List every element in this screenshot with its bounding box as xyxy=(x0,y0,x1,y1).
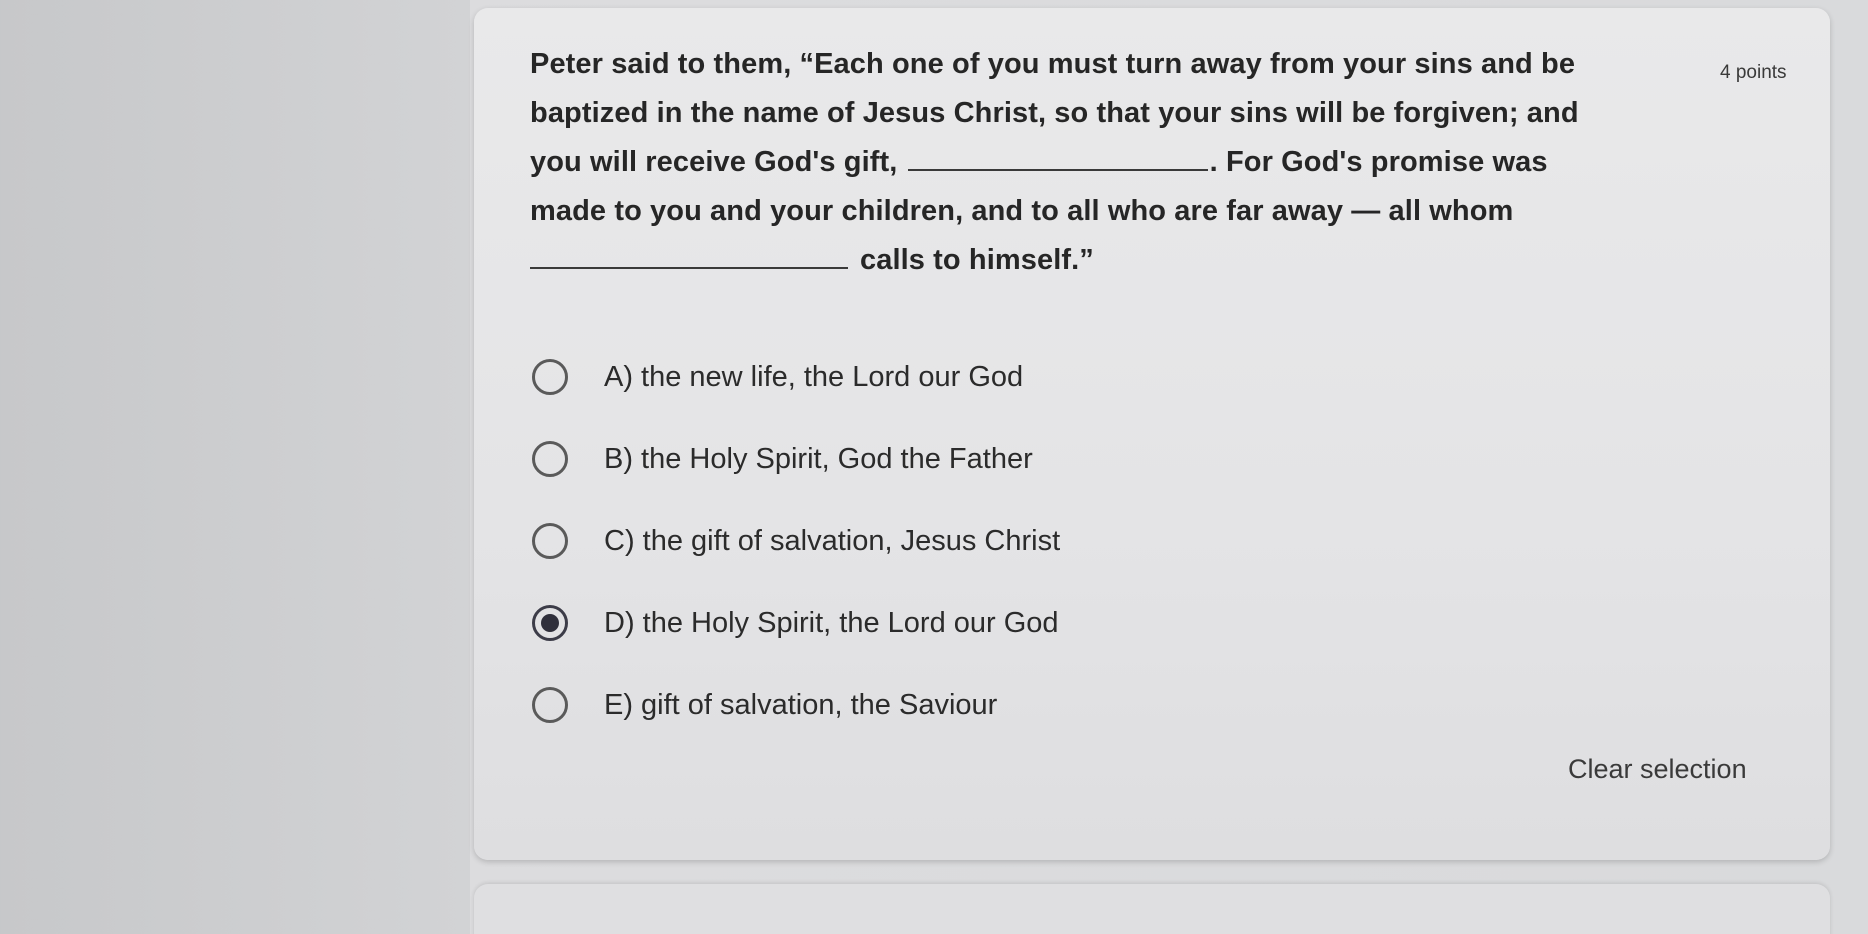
option-c[interactable]: C) the gift of salvation, Jesus Christ xyxy=(530,500,1060,582)
option-d-label: D) the Holy Spirit, the Lord our God xyxy=(604,606,1059,639)
radio-button-unchecked[interactable] xyxy=(532,359,568,395)
option-d[interactable]: D) the Holy Spirit, the Lord our God xyxy=(530,582,1060,664)
question-line-1: Peter said to them, “Each one of you mus… xyxy=(530,48,1576,80)
radio-button-unchecked[interactable] xyxy=(532,441,568,477)
question-line-5: calls to himself.” xyxy=(530,236,1660,285)
clear-selection-button[interactable]: Clear selection xyxy=(1568,754,1747,785)
radio-selected-dot xyxy=(541,614,559,632)
question-line-5-end: calls to himself.” xyxy=(860,244,1094,276)
radio-button-unchecked[interactable] xyxy=(532,523,568,559)
answer-options: A) the new life, the Lord our God B) the… xyxy=(530,336,1060,746)
points-label: 4 points xyxy=(1720,62,1787,83)
option-b[interactable]: B) the Holy Spirit, God the Father xyxy=(530,418,1060,500)
question-line-3-start: you will receive God's gift, xyxy=(530,146,898,178)
next-question-card xyxy=(474,884,1830,934)
option-c-label: C) the gift of salvation, Jesus Christ xyxy=(604,524,1061,557)
question-text: Peter said to them, “Each one of you mus… xyxy=(530,40,1660,285)
question-line-3: you will receive God's gift, . For God's… xyxy=(530,138,1660,187)
question-line-2: baptized in the name of Jesus Christ, so… xyxy=(530,97,1579,129)
blank-1 xyxy=(907,168,1208,171)
option-a-label: A) the new life, the Lord our God xyxy=(604,360,1024,393)
question-line-4: made to you and your children, and to al… xyxy=(530,195,1514,227)
option-a[interactable]: A) the new life, the Lord our God xyxy=(530,336,1060,418)
radio-button-unchecked[interactable] xyxy=(532,687,568,723)
question-line-3-end: . For God's promise was xyxy=(1209,146,1548,178)
option-e[interactable]: E) gift of salvation, the Saviour xyxy=(530,664,1060,746)
option-b-label: B) the Holy Spirit, God the Father xyxy=(604,442,1033,475)
radio-button-checked[interactable] xyxy=(532,605,568,641)
blank-2 xyxy=(530,266,848,269)
option-e-label: E) gift of salvation, the Saviour xyxy=(604,688,998,721)
